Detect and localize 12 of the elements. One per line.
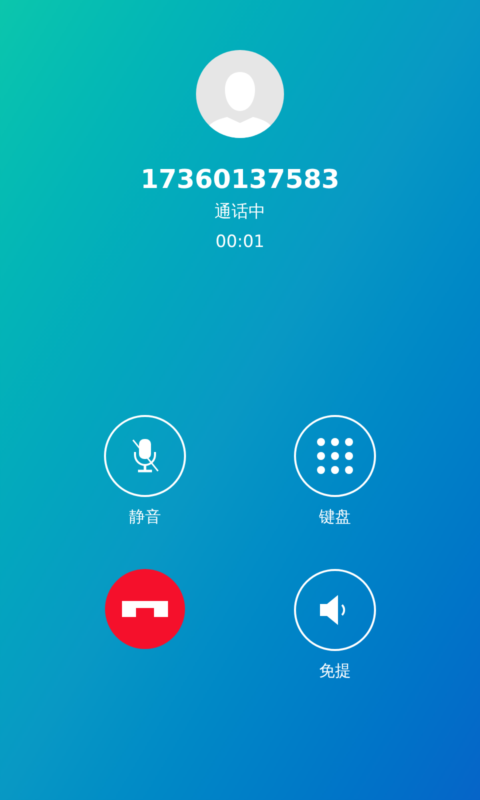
- button-label: 静音: [129, 507, 161, 527]
- call-status: 通话中: [214, 201, 266, 224]
- keypad-icon: [317, 438, 353, 474]
- speaker-button[interactable]: [294, 569, 376, 651]
- button-label: 键盘: [319, 507, 351, 527]
- keypad-button[interactable]: [294, 415, 376, 497]
- hang-up-icon: [122, 601, 168, 617]
- call-duration: 00:01: [216, 231, 264, 254]
- muted-microphone-icon: [130, 438, 160, 474]
- button-label: 免提: [319, 661, 351, 681]
- phone-number: 17360137583: [140, 164, 340, 196]
- mute-button[interactable]: [104, 415, 186, 497]
